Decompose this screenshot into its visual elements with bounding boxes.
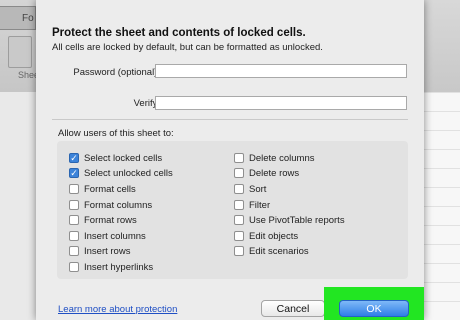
option-delete-rows[interactable]: Delete rows xyxy=(234,167,299,179)
password-field[interactable] xyxy=(155,64,407,78)
sheet-button[interactable] xyxy=(8,36,32,68)
option-label: Select locked cells xyxy=(84,152,163,164)
option-label: Filter xyxy=(249,199,271,211)
ok-button[interactable]: OK xyxy=(339,300,409,317)
option-label: Format columns xyxy=(84,199,153,211)
option-label: Select unlocked cells xyxy=(84,167,173,179)
option-insert-rows[interactable]: Insert rows xyxy=(69,245,130,257)
verify-field[interactable] xyxy=(155,96,407,110)
toolbar-right-area xyxy=(420,0,460,92)
checkbox[interactable] xyxy=(69,215,79,225)
row-headers xyxy=(0,92,37,320)
checkbox[interactable] xyxy=(234,246,244,256)
option-edit-scenarios[interactable]: Edit scenarios xyxy=(234,245,309,257)
option-label: Insert columns xyxy=(84,230,146,242)
checkbox[interactable] xyxy=(69,200,79,210)
learn-more-link[interactable]: Learn more about protection xyxy=(58,304,177,315)
option-label: Format rows xyxy=(84,214,137,226)
checkbox[interactable] xyxy=(234,184,244,194)
password-label: Password (optional): xyxy=(73,67,160,78)
allow-users-label: Allow users of this sheet to: xyxy=(58,128,174,139)
option-label: Edit scenarios xyxy=(249,245,309,257)
option-sort[interactable]: Sort xyxy=(234,183,266,195)
option-select-unlocked-cells[interactable]: ✓ Select unlocked cells xyxy=(69,167,173,179)
checkbox[interactable] xyxy=(234,215,244,225)
option-format-rows[interactable]: Format rows xyxy=(69,214,137,226)
option-label: Sort xyxy=(249,183,267,195)
dialog-subtitle: All cells are locked by default, but can… xyxy=(52,42,323,53)
option-filter[interactable]: Filter xyxy=(234,199,270,211)
checkbox[interactable] xyxy=(69,231,79,241)
option-format-columns[interactable]: Format columns xyxy=(69,199,152,211)
option-label: Insert hyperlinks xyxy=(84,261,154,273)
checkbox[interactable] xyxy=(69,246,79,256)
checkbox[interactable] xyxy=(234,168,244,178)
permissions-panel: ✓ Select locked cells ✓ Select unlocked … xyxy=(57,141,408,279)
checkbox[interactable] xyxy=(234,200,244,210)
option-label: Delete rows xyxy=(249,167,300,179)
checkbox[interactable]: ✓ xyxy=(69,153,79,163)
option-format-cells[interactable]: Format cells xyxy=(69,183,136,195)
option-label: Use PivotTable reports xyxy=(249,214,345,226)
option-select-locked-cells[interactable]: ✓ Select locked cells xyxy=(69,152,162,164)
protect-sheet-dialog: Protect the sheet and contents of locked… xyxy=(36,0,424,320)
option-delete-columns[interactable]: Delete columns xyxy=(234,152,314,164)
option-label: Edit objects xyxy=(249,230,299,242)
checkbox[interactable]: ✓ xyxy=(69,168,79,178)
option-edit-objects[interactable]: Edit objects xyxy=(234,230,298,242)
option-label: Insert rows xyxy=(84,245,131,257)
option-insert-hyperlinks[interactable]: Insert hyperlinks xyxy=(69,261,153,273)
cancel-button[interactable]: Cancel xyxy=(261,300,325,317)
divider xyxy=(52,119,408,120)
option-insert-columns[interactable]: Insert columns xyxy=(69,230,146,242)
dialog-title: Protect the sheet and contents of locked… xyxy=(52,27,306,39)
option-label: Delete columns xyxy=(249,152,315,164)
option-label: Format cells xyxy=(84,183,136,195)
option-use-pivottable-reports[interactable]: Use PivotTable reports xyxy=(234,214,345,226)
checkbox[interactable] xyxy=(69,262,79,272)
checkbox[interactable] xyxy=(69,184,79,194)
checkbox[interactable] xyxy=(234,153,244,163)
ribbon-tab[interactable]: Fo xyxy=(0,6,36,30)
checkbox[interactable] xyxy=(234,231,244,241)
